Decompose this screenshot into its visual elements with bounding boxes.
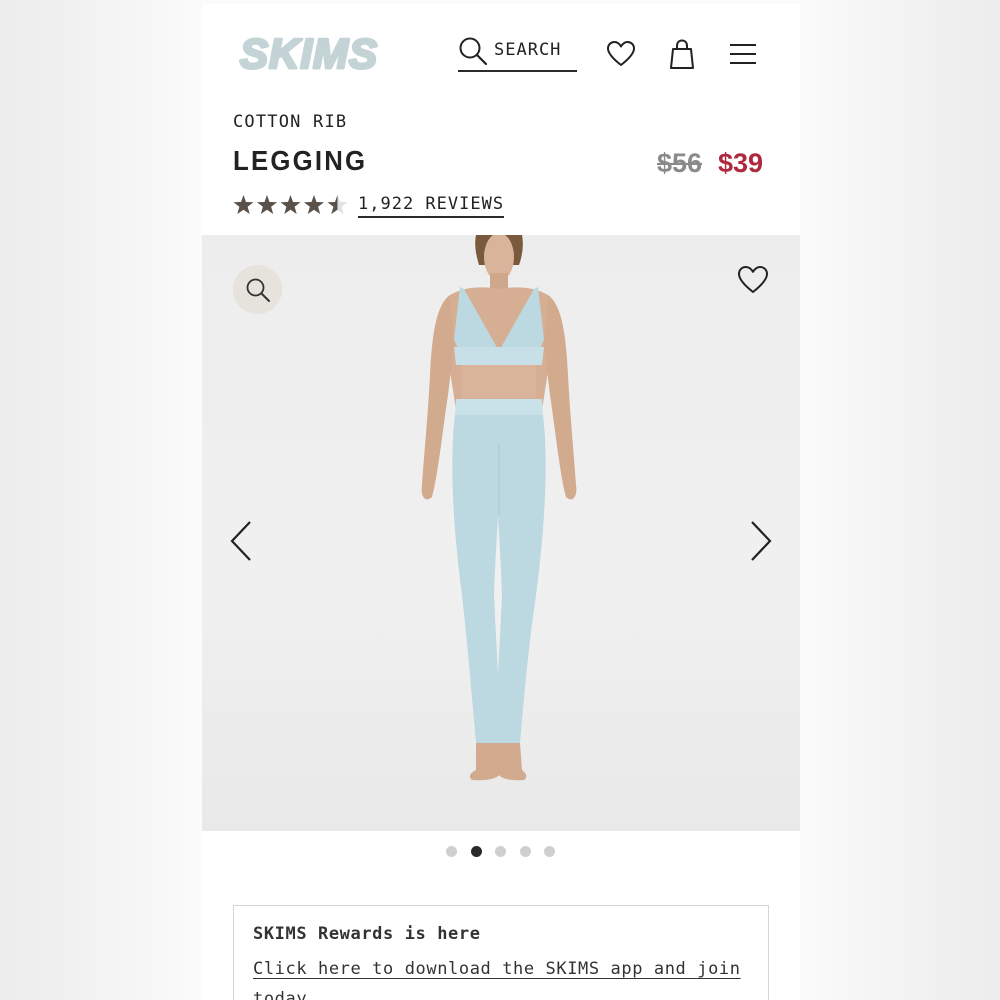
- search-bar[interactable]: SEARCH: [458, 34, 577, 72]
- heart-icon[interactable]: [606, 40, 636, 68]
- star-icon: [233, 195, 254, 214]
- star-icon: [304, 195, 324, 214]
- star-icon: [280, 195, 301, 214]
- sale-price: $39: [718, 148, 764, 178]
- original-price: $56: [657, 148, 703, 178]
- favorite-heart-icon[interactable]: [737, 265, 769, 295]
- rewards-app-link[interactable]: Click here to download the SKIMS app and…: [253, 954, 743, 1000]
- star-icon: [257, 195, 277, 214]
- logo-text: SKIMS: [240, 30, 378, 76]
- star-rating: [233, 195, 348, 214]
- chevron-right-icon[interactable]: [746, 519, 774, 563]
- carousel-dot-2[interactable]: [470, 846, 482, 857]
- carousel-dot-4[interactable]: [519, 846, 531, 857]
- carousel-dot-1[interactable]: [446, 846, 457, 857]
- menu-icon[interactable]: [728, 42, 758, 66]
- skims-logo[interactable]: SKIMS: [238, 29, 394, 79]
- rewards-title: SKIMS Rewards is here: [253, 924, 481, 944]
- star-icon: [327, 195, 348, 214]
- reviews-link[interactable]: 1,922 REVIEWS: [358, 194, 505, 218]
- search-label: SEARCH: [494, 40, 562, 60]
- product-photo: [421, 235, 577, 781]
- product-category: COTTON RIB: [233, 112, 348, 132]
- rewards-banner: SKIMS Rewards is here Click here to down…: [233, 905, 769, 1000]
- carousel-dot-3[interactable]: [495, 846, 506, 857]
- phone-screen: SKIMS SEARCH COTTON RIB LEGGING $56 $39 …: [202, 4, 800, 1000]
- search-icon: [459, 37, 488, 66]
- chevron-left-icon[interactable]: [228, 519, 256, 563]
- product-image-gallery[interactable]: [202, 235, 800, 831]
- product-title: LEGGING: [233, 145, 368, 176]
- zoom-button[interactable]: [233, 265, 282, 314]
- bag-icon[interactable]: [668, 38, 696, 70]
- carousel-dot-5[interactable]: [544, 846, 555, 857]
- zoom-icon: [246, 278, 270, 302]
